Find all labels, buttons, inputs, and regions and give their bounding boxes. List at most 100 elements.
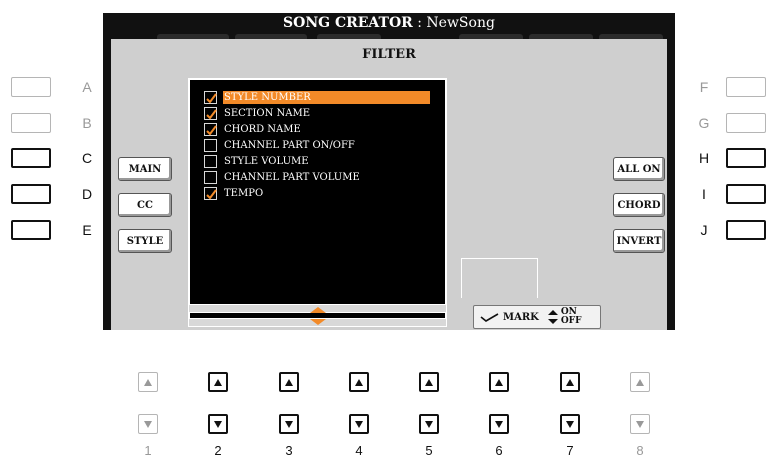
panel-title: FILTER: [362, 47, 416, 62]
button-g[interactable]: [726, 113, 766, 133]
scroll-arrows-icon[interactable]: [309, 305, 327, 327]
item-label: TEMPO: [224, 187, 264, 199]
connector-line-v: [537, 258, 538, 298]
triangle-down-icon: [285, 420, 293, 428]
legend-on-off: ON OFF: [561, 308, 582, 326]
button-b[interactable]: [11, 113, 51, 133]
list-item[interactable]: TEMPO: [204, 186, 263, 200]
triangle-up-icon: [355, 378, 363, 386]
triangle-down-icon: [144, 420, 152, 428]
button-4-up[interactable]: [349, 372, 369, 392]
connector-line-left: [461, 258, 462, 298]
button-2-down[interactable]: [208, 414, 228, 434]
button-a-letter: A: [82, 79, 92, 95]
item-label: CHANNEL PART ON/OFF: [224, 139, 355, 151]
legend-mark-label: MARK: [503, 311, 539, 323]
check-icon: [206, 124, 217, 136]
triangle-down-icon: [355, 420, 363, 428]
list-item[interactable]: CHANNEL PART ON/OFF: [204, 138, 355, 152]
cc-button[interactable]: CC: [118, 193, 172, 217]
button-8-down[interactable]: [630, 414, 650, 434]
triangle-down-icon: [495, 420, 503, 428]
legend: MARK ON OFF: [473, 305, 601, 329]
check-icon: [206, 92, 217, 104]
button-h[interactable]: [726, 148, 766, 168]
button-e[interactable]: [11, 220, 51, 240]
button-h-letter: H: [698, 150, 710, 166]
button-d-letter: D: [81, 186, 93, 202]
triangle-up-icon: [566, 378, 574, 386]
button-f[interactable]: [726, 77, 766, 97]
triangle-up-icon: [214, 378, 222, 386]
checkbox[interactable]: [204, 90, 217, 104]
button-4-down[interactable]: [349, 414, 369, 434]
button-6-down[interactable]: [489, 414, 509, 434]
triangle-up-icon: [425, 378, 433, 386]
button-2-up[interactable]: [208, 372, 228, 392]
checkbox[interactable]: [204, 186, 217, 200]
button-a[interactable]: [11, 77, 51, 97]
list-item[interactable]: CHORD NAME: [204, 122, 301, 136]
list-item[interactable]: STYLE NUMBER: [204, 90, 430, 104]
triangle-up-icon: [495, 378, 503, 386]
item-label: CHANNEL PART VOLUME: [224, 171, 360, 183]
button-7-down[interactable]: [560, 414, 580, 434]
button-8-up[interactable]: [630, 372, 650, 392]
checkbox[interactable]: [204, 106, 217, 120]
screen-title-main: SONG CREATOR: [283, 15, 413, 31]
button-i-letter: I: [702, 186, 706, 202]
item-label: SECTION NAME: [224, 107, 311, 119]
triangle-up-icon: [636, 378, 644, 386]
screen-title: SONG CREATOR : NewSong: [103, 13, 675, 33]
screen-title-separator: :: [412, 15, 427, 31]
button-3-down[interactable]: [279, 414, 299, 434]
all-on-button[interactable]: ALL ON: [613, 157, 665, 181]
list-item[interactable]: SECTION NAME: [204, 106, 310, 120]
button-7-up[interactable]: [560, 372, 580, 392]
song-name: NewSong: [426, 15, 495, 31]
checkbox[interactable]: [204, 122, 217, 136]
checkbox[interactable]: [204, 170, 217, 184]
button-b-letter: B: [82, 115, 92, 131]
triangle-down-icon: [214, 420, 222, 428]
button-d[interactable]: [11, 184, 51, 204]
checkbox[interactable]: [204, 138, 217, 152]
button-6-up[interactable]: [489, 372, 509, 392]
button-g-letter: G: [698, 115, 710, 131]
button-3-up[interactable]: [279, 372, 299, 392]
button-5-up[interactable]: [419, 372, 439, 392]
check-icon: [206, 108, 217, 120]
filter-list[interactable]: STYLE NUMBER SECTION NAME CHORD NAME CHA…: [188, 78, 447, 326]
item-label: STYLE NUMBER: [223, 90, 430, 104]
up-down-arrows-icon: [547, 310, 558, 324]
button-1-up[interactable]: [138, 372, 158, 392]
invert-button[interactable]: INVERT: [613, 229, 665, 253]
button-5-down[interactable]: [419, 414, 439, 434]
triangle-down-icon: [425, 420, 433, 428]
main-button[interactable]: MAIN: [118, 157, 172, 181]
triangle-down-icon: [566, 420, 574, 428]
button-c-letter: C: [81, 150, 93, 166]
button-j[interactable]: [726, 220, 766, 240]
button-c[interactable]: [11, 148, 51, 168]
button-e-letter: E: [82, 222, 92, 238]
connector-line-h: [461, 258, 538, 259]
triangle-up-icon: [285, 378, 293, 386]
button-1-down[interactable]: [138, 414, 158, 434]
checkbox[interactable]: [204, 154, 217, 168]
list-scroller[interactable]: [188, 304, 447, 328]
button-i[interactable]: [726, 184, 766, 204]
style-button[interactable]: STYLE: [118, 229, 172, 253]
button-f-letter: F: [699, 79, 709, 95]
check-icon: [206, 188, 217, 200]
check-mark-icon: [480, 313, 499, 322]
button-j-letter: J: [700, 222, 708, 238]
list-item[interactable]: STYLE VOLUME: [204, 154, 309, 168]
item-label: CHORD NAME: [224, 123, 301, 135]
list-item[interactable]: CHANNEL PART VOLUME: [204, 170, 360, 184]
item-label: STYLE VOLUME: [224, 155, 309, 167]
triangle-down-icon: [636, 420, 644, 428]
legend-off-label: OFF: [560, 316, 582, 326]
chord-button[interactable]: CHORD: [613, 193, 665, 217]
triangle-up-icon: [144, 378, 152, 386]
